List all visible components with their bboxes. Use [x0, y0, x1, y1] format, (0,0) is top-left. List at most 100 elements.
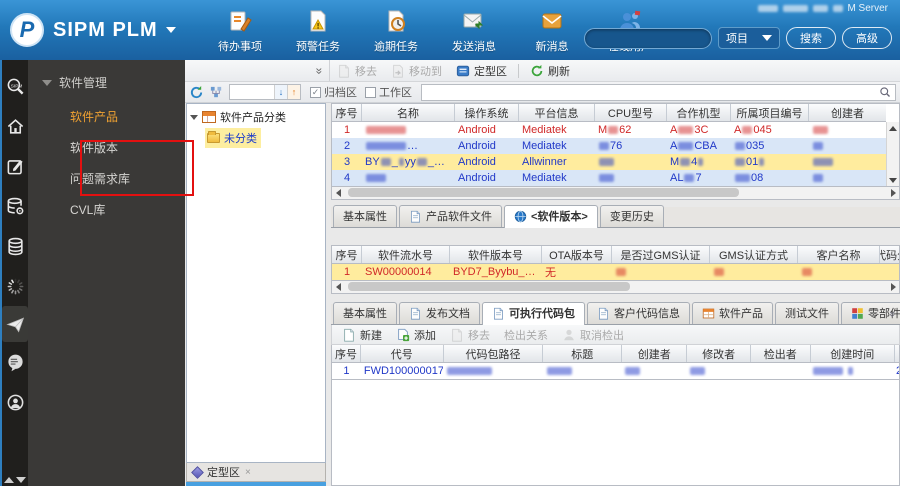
- toolbar-button-新建[interactable]: 新建: [335, 325, 389, 345]
- chevron-down-icon[interactable]: [16, 477, 26, 483]
- column-header-客户名称[interactable]: 客户名称: [798, 246, 880, 263]
- refresh-tree-icon[interactable]: [189, 85, 204, 100]
- strip-database-settings-icon[interactable]: [2, 186, 28, 226]
- tab-变更历史[interactable]: 变更历史: [599, 205, 664, 227]
- table-row[interactable]: 1 FWD100000017 2024: [332, 363, 899, 379]
- header-nav-overdue-task[interactable]: 逾期任务: [370, 7, 422, 54]
- checkbox-icon[interactable]: [365, 86, 376, 98]
- sidebar-item-问题需求库[interactable]: 问题需求库: [28, 163, 185, 194]
- logo-area[interactable]: P SIPM PLM: [0, 13, 210, 47]
- strip-chat-icon[interactable]: [2, 342, 28, 382]
- tab-软件产品[interactable]: 软件产品: [692, 302, 773, 324]
- column-header-软件版本号[interactable]: 软件版本号: [450, 246, 542, 263]
- strip-database-icon[interactable]: [2, 226, 28, 266]
- column-header-创建者[interactable]: 创建者: [809, 104, 886, 121]
- record-search-input[interactable]: [425, 85, 879, 99]
- tab-基本属性[interactable]: 基本属性: [333, 205, 397, 227]
- column-header-CPU型号[interactable]: CPU型号: [595, 104, 667, 121]
- strip-sipm-search-icon[interactable]: SIPM: [2, 66, 28, 106]
- strip-loading-icon[interactable]: [2, 266, 28, 306]
- column-header-名称[interactable]: 名称: [362, 104, 455, 121]
- v-scrollbar[interactable]: [886, 122, 899, 186]
- header-nav-send-message[interactable]: 发送消息: [448, 7, 500, 54]
- scroll-left-icon[interactable]: [332, 187, 344, 199]
- column-header-extra[interactable]: [895, 345, 899, 362]
- tree-structure-icon[interactable]: [209, 85, 224, 100]
- column-header-修改者[interactable]: 修改者: [687, 345, 751, 362]
- scroll-right-icon[interactable]: [887, 281, 899, 293]
- column-header-代码包路径[interactable]: 代码包路径: [444, 345, 544, 362]
- h-scroll-track[interactable]: [344, 281, 887, 293]
- search-scope-select[interactable]: 项目: [718, 27, 780, 49]
- header-nav-todo[interactable]: 待办事项: [214, 7, 266, 54]
- checkbox-icon[interactable]: [310, 86, 321, 98]
- table-row[interactable]: 1 Android Mediatek M 62 A 3C A 045: [332, 122, 886, 138]
- toolbar-button-刷新[interactable]: 刷新: [523, 61, 577, 81]
- toolbar-button-定型区[interactable]: 定型区: [449, 61, 514, 81]
- search-button[interactable]: 搜索: [786, 27, 836, 49]
- column-header-合作机型[interactable]: 合作机型: [667, 104, 731, 121]
- table-row[interactable]: 4 Android Mediatek AL 7 08: [332, 170, 886, 186]
- column-header-软件流水号[interactable]: 软件流水号: [362, 246, 450, 263]
- header-nav-new-message[interactable]: 新消息: [526, 7, 578, 54]
- close-icon[interactable]: ×: [245, 467, 251, 478]
- sidebar-group-software-management[interactable]: 软件管理: [28, 70, 185, 101]
- checkbox-工作区[interactable]: 工作区: [365, 84, 412, 100]
- sidebar-item-CVL库[interactable]: CVL库: [28, 194, 185, 225]
- tree-filter-input[interactable]: [230, 85, 274, 99]
- collapse-chevron-icon[interactable]: »: [313, 67, 327, 74]
- column-header-序号[interactable]: 序号: [332, 345, 361, 362]
- column-header-GMS认证方式[interactable]: GMS认证方式: [710, 246, 798, 263]
- tab-软件版本[interactable]: <软件版本>: [504, 205, 598, 228]
- tab-基本属性[interactable]: 基本属性: [333, 302, 397, 324]
- column-header-平台信息[interactable]: 平台信息: [519, 104, 595, 121]
- toolbar-button-添加[interactable]: 添加: [389, 325, 443, 345]
- arrow-down-icon[interactable]: ↓: [274, 85, 287, 99]
- tab-可执行代码包[interactable]: 可执行代码包: [482, 302, 585, 325]
- checkbox-归档区[interactable]: 归档区: [310, 84, 357, 100]
- tab-测试文件[interactable]: 测试文件: [775, 302, 839, 324]
- column-header-序号[interactable]: 序号: [332, 104, 362, 121]
- table-row[interactable]: 3 BY _ yy _… Android Allwinner M 4 01: [332, 154, 886, 170]
- header-nav-alert-task[interactable]: 预警任务: [292, 7, 344, 54]
- scroll-up-icon[interactable]: [887, 122, 899, 134]
- scroll-left-icon[interactable]: [332, 281, 344, 293]
- tree-node-root[interactable]: 软件产品分类: [189, 107, 323, 127]
- search-icon[interactable]: [879, 86, 892, 99]
- strip-home-icon[interactable]: [2, 106, 28, 146]
- strip-send-plane-icon[interactable]: [2, 306, 28, 342]
- expander-icon[interactable]: [190, 114, 198, 120]
- chevron-down-icon[interactable]: [165, 27, 176, 33]
- column-header-VND 代码分支名[interactable]: VND 代码分支名: [880, 246, 899, 263]
- strip-support-icon[interactable]: [2, 382, 28, 422]
- global-search-input[interactable]: [584, 27, 712, 49]
- column-header-OTA版本号[interactable]: OTA版本号: [542, 246, 612, 263]
- column-header-检出者[interactable]: 检出者: [751, 345, 811, 362]
- sidebar-item-软件版本[interactable]: 软件版本: [28, 132, 185, 163]
- tree-node-unclassified[interactable]: 未分类: [205, 128, 261, 148]
- column-header-操作系统[interactable]: 操作系统: [455, 104, 519, 121]
- column-header-创建时间[interactable]: 创建时间: [811, 345, 895, 362]
- scroll-right-icon[interactable]: [887, 187, 899, 199]
- table-row[interactable]: 2 … Android Mediatek 76 A CBA 035: [332, 138, 886, 154]
- strip-edit-icon[interactable]: [2, 146, 28, 186]
- arrow-up-icon[interactable]: ↑: [287, 85, 300, 99]
- scroll-down-icon[interactable]: [887, 174, 899, 186]
- column-header-序号[interactable]: 序号: [332, 246, 362, 263]
- tab-客户代码信息[interactable]: 客户代码信息: [587, 302, 690, 324]
- chevron-up-icon[interactable]: [4, 477, 14, 483]
- column-header-代号[interactable]: 代号: [361, 345, 444, 362]
- h-scroll-track[interactable]: [344, 187, 887, 199]
- finalize-zone-tab[interactable]: 定型区 ×: [186, 463, 326, 482]
- tabs-overflow-chevron-icon[interactable]: »: [886, 311, 898, 317]
- column-header-所属项目编号[interactable]: 所属项目编号: [731, 104, 809, 121]
- sidebar-item-软件产品[interactable]: 软件产品: [28, 101, 185, 132]
- table-cell: 1: [343, 266, 351, 278]
- column-header-创建者[interactable]: 创建者: [622, 345, 688, 362]
- column-header-是否过GMS认证[interactable]: 是否过GMS认证: [612, 246, 710, 263]
- tab-发布文档[interactable]: 发布文档: [399, 302, 480, 324]
- advanced-search-button[interactable]: 高级: [842, 27, 892, 49]
- column-header-标题[interactable]: 标题: [543, 345, 623, 362]
- table-row[interactable]: 1 SW00000014 BYD7_Byybu_… 无: [332, 264, 899, 280]
- tab-产品软件文件[interactable]: 产品软件文件: [399, 205, 502, 227]
